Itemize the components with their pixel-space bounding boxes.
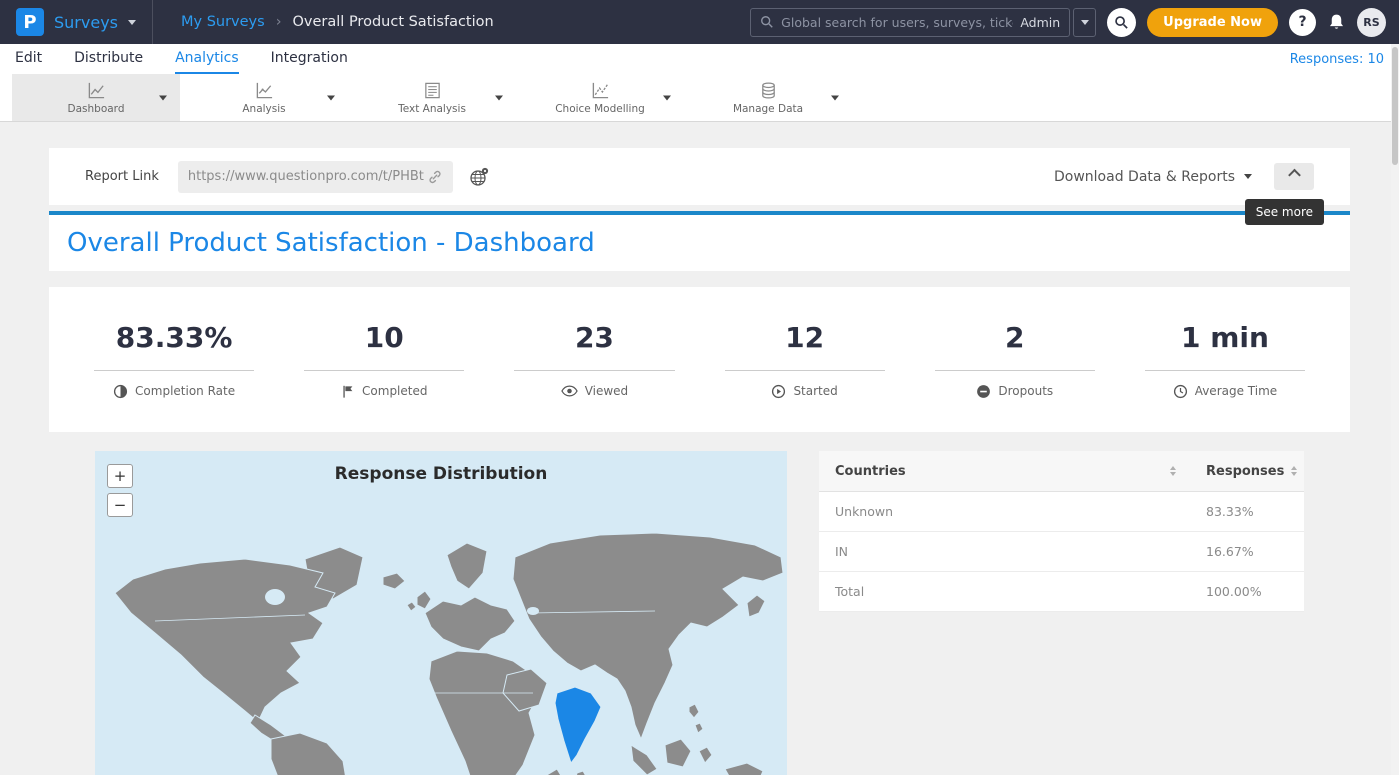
scrollbar-thumb[interactable] [1392,47,1398,165]
search-icon [1114,15,1129,30]
page-title: Overall Product Satisfaction - Dashboard [67,228,595,258]
product-label: Surveys [54,13,118,32]
clock-icon [1173,384,1188,399]
africa-region [429,651,539,775]
world-map[interactable] [95,493,787,775]
stat-completion-rate: 83.33% Completion Rate [69,321,279,399]
toolbar-item-choice-modelling[interactable]: Choice Modelling [516,74,684,121]
response-distribution-card: Response Distribution + − [95,451,787,775]
download-data-reports-button[interactable]: Download Data & Reports [1054,169,1252,185]
report-settings-button[interactable] [468,166,490,188]
nav-item-distribute[interactable]: Distribute [74,44,143,74]
database-icon [759,81,778,100]
table-row: Total 100.00% [819,572,1304,612]
chevron-down-icon [1081,20,1089,25]
nav-item-analytics[interactable]: Analytics [175,44,239,74]
upgrade-now-button[interactable]: Upgrade Now [1147,8,1278,37]
chevron-down-icon[interactable] [831,95,839,100]
report-link-label: Report Link [85,169,159,184]
eye-icon [561,385,578,397]
chevron-down-icon [1244,174,1252,179]
see-more-tooltip: See more [1245,199,1324,225]
stat-viewed: 23 Viewed [489,321,699,398]
bell-icon [1327,13,1346,32]
chevron-up-icon [1288,169,1301,182]
chevron-down-icon[interactable] [663,95,671,100]
stat-completed: 10 Completed [279,321,489,399]
table-row: Unknown 83.33% [819,492,1304,532]
south-america-region [271,733,347,775]
breadcrumb-current: Overall Product Satisfaction [293,14,494,30]
stats-bar: 83.33% Completion Rate 10 Completed 23 V… [49,287,1350,432]
north-america-region [115,559,335,722]
see-more-toggle[interactable] [1274,163,1314,190]
flag-icon [341,384,355,399]
choice-modelling-icon [591,81,610,100]
stat-started: 12 Started [700,321,910,399]
page-content: Report Link https://www.questionpro.com/… [0,148,1399,775]
chevron-down-icon [128,20,136,25]
scandinavia-region [447,543,487,589]
product-switcher[interactable]: P Surveys [0,0,153,44]
text-analysis-icon [423,81,442,100]
europe-region [425,597,515,651]
global-search-box[interactable]: Admin [750,8,1070,37]
toolbar-item-analysis[interactable]: Analysis [180,74,348,121]
countries-column-header[interactable]: Countries [819,464,1186,479]
topbar: P Surveys My Surveys › Overall Product S… [0,0,1399,44]
topbar-actions: Admin Upgrade Now ? RS [750,8,1399,37]
dashboard-chart-icon [87,81,106,100]
analytics-toolbar: Dashboard Analysis Text Analysis Choice … [0,74,1399,122]
responses-column-header[interactable]: Responses [1186,464,1304,479]
nav-item-integration[interactable]: Integration [271,44,348,74]
table-row: IN 16.67% [819,532,1304,572]
chevron-down-icon[interactable] [327,95,335,100]
analysis-chart-icon [255,81,274,100]
chevron-down-icon[interactable] [159,95,167,100]
advanced-search-button[interactable] [1107,8,1136,37]
play-circle-icon [771,384,786,399]
scrollbar[interactable] [1391,44,1399,775]
title-bar: Overall Product Satisfaction - Dashboard [49,215,1350,271]
global-search-input[interactable] [781,15,1013,30]
nav-item-edit[interactable]: Edit [15,44,42,74]
global-search: Admin [750,8,1096,37]
user-avatar[interactable]: RS [1357,8,1386,37]
globe-gear-icon [468,166,490,188]
map-zoom-controls: + − [107,464,133,517]
contrast-circle-icon [113,384,128,399]
asia-region [513,533,783,739]
breadcrumb-separator: › [276,14,282,30]
countries-table: Countries Responses Unknown 83.33% IN 16… [819,451,1304,612]
questionpro-logo: P [16,8,44,36]
report-link-url-box[interactable]: https://www.questionpro.com/t/PHBt [178,161,453,193]
notifications-button[interactable] [1327,13,1346,32]
survey-nav: Edit Distribute Analytics Integration Re… [0,44,1399,74]
map-title: Response Distribution [95,451,787,484]
minus-circle-icon [976,384,991,399]
zoom-in-button[interactable]: + [107,464,133,488]
breadcrumb-parent-link[interactable]: My Surveys [181,14,265,30]
stat-dropouts: 2 Dropouts [910,321,1120,399]
toolbar-item-text-analysis[interactable]: Text Analysis [348,74,516,121]
zoom-out-button[interactable]: − [107,493,133,517]
link-icon[interactable] [427,169,443,185]
chevron-down-icon[interactable] [495,95,503,100]
search-scope-dropdown[interactable] [1073,8,1096,37]
report-link-url[interactable]: https://www.questionpro.com/t/PHBt [188,169,427,184]
sort-icon[interactable] [1291,466,1297,476]
search-icon [760,15,774,29]
search-scope-label[interactable]: Admin [1020,15,1060,30]
india-region[interactable] [555,687,601,763]
countries-table-header: Countries Responses [819,451,1304,492]
report-link-bar: Report Link https://www.questionpro.com/… [49,148,1350,205]
toolbar-item-manage-data[interactable]: Manage Data [684,74,852,121]
stat-average-time: 1 min Average Time [1120,321,1330,399]
sort-icon[interactable] [1170,466,1176,476]
help-button[interactable]: ? [1289,9,1316,36]
breadcrumb: My Surveys › Overall Product Satisfactio… [181,14,494,30]
distribution-section: Response Distribution + − [49,451,1350,775]
responses-count[interactable]: Responses: 10 [1290,44,1384,74]
toolbar-item-dashboard[interactable]: Dashboard [12,74,180,121]
